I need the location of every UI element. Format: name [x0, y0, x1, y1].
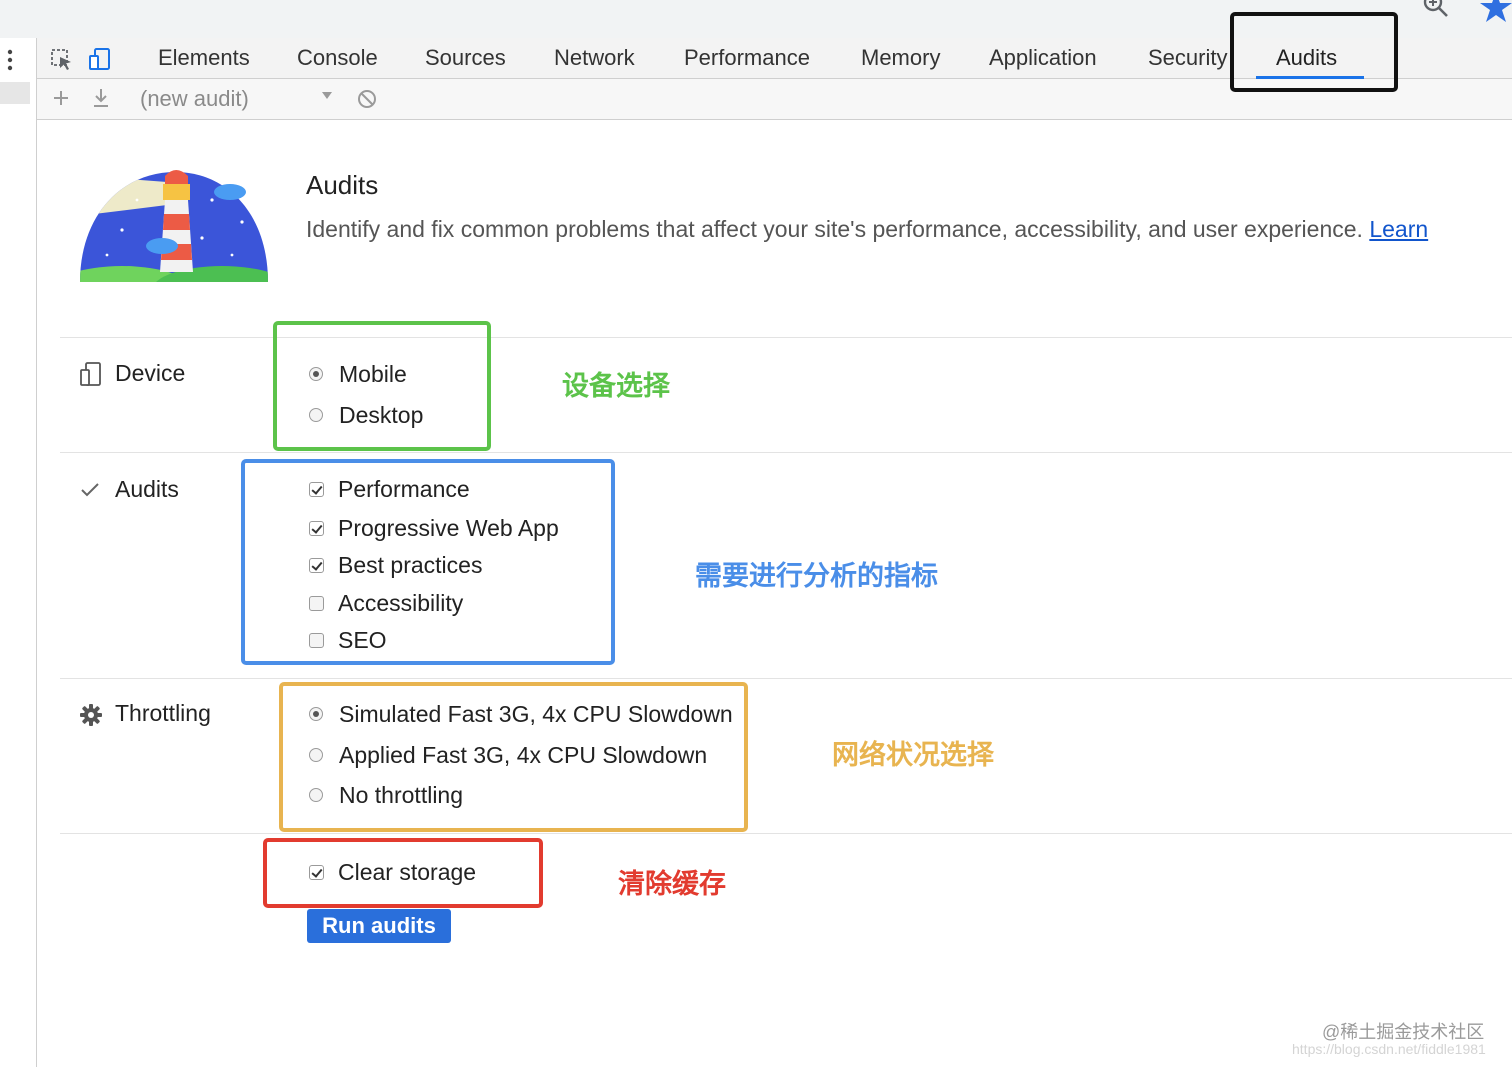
left-panel-tab[interactable] [0, 82, 30, 104]
run-audits-button[interactable]: Run audits [307, 909, 451, 943]
plus-icon[interactable] [50, 86, 72, 110]
section-divider [60, 833, 1512, 834]
annotation-box-device [273, 321, 491, 451]
kebab-icon[interactable] [4, 48, 16, 72]
device-icon [80, 362, 101, 386]
annotation-throttling: 网络状况选择 [832, 740, 994, 770]
tab-performance[interactable]: Performance [684, 38, 810, 78]
zoom-icon[interactable] [1420, 0, 1450, 22]
tab-sources[interactable]: Sources [425, 38, 506, 78]
tab-security[interactable]: Security [1148, 38, 1232, 78]
inspect-icon[interactable] [50, 48, 74, 72]
annotation-box-categories [241, 459, 615, 665]
annotation-device: 设备选择 [562, 371, 670, 401]
watermark-url: https://blog.csdn.net/fiddle1981 [1292, 1041, 1486, 1057]
gear-icon [80, 704, 102, 726]
download-icon[interactable] [90, 86, 112, 110]
annotation-box-throttling [279, 682, 748, 832]
section-label-device: Device [115, 360, 186, 386]
annotation-categories: 需要进行分析的指标 [695, 561, 938, 591]
tab-console[interactable]: Console [297, 38, 378, 78]
clear-icon[interactable] [356, 88, 378, 110]
annotation-storage: 清除缓存 [618, 869, 726, 899]
section-label-throttling: Throttling [115, 700, 211, 726]
tab-network[interactable]: Network [554, 38, 635, 78]
section-divider [60, 452, 1512, 453]
tab-memory[interactable]: Memory [861, 38, 940, 78]
lighthouse-logo [80, 170, 268, 282]
devtools-left-strip [0, 38, 37, 1067]
chevron-down-icon[interactable] [320, 88, 334, 102]
section-divider [60, 678, 1512, 679]
checkmark-icon [81, 483, 99, 497]
audit-select[interactable]: (new audit) [140, 84, 249, 114]
page-description: Identify and fix common problems that af… [306, 216, 1428, 243]
tab-elements[interactable]: Elements [158, 38, 250, 78]
description-text: Identify and fix common problems that af… [306, 216, 1363, 242]
page-title: Audits [306, 170, 379, 200]
star-icon[interactable] [1478, 0, 1512, 26]
annotation-box-audits-tab [1230, 12, 1398, 92]
section-label-audits: Audits [115, 476, 179, 502]
tab-application[interactable]: Application [989, 38, 1097, 78]
device-toggle-icon[interactable] [88, 47, 112, 71]
annotation-box-storage [263, 838, 543, 908]
learn-more-link[interactable]: Learn [1369, 216, 1428, 242]
